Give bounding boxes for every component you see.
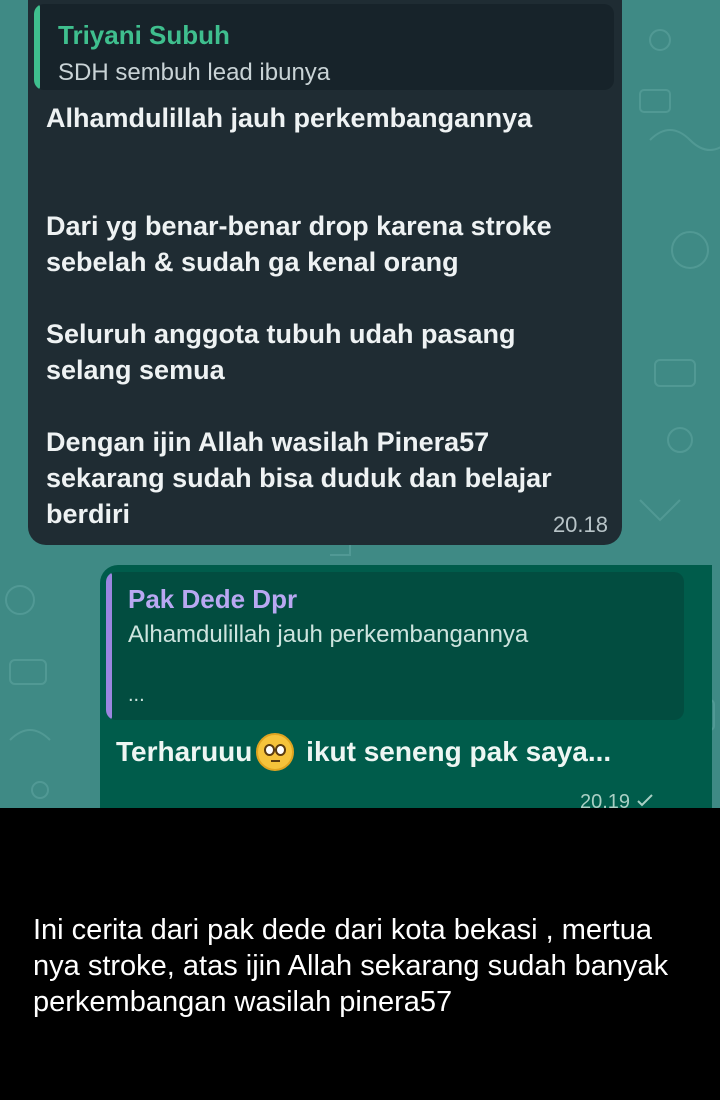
- outgoing-message-meta: 20.19: [580, 791, 654, 808]
- caption-text: Ini cerita dari pak dede dari kota bekas…: [33, 914, 669, 1018]
- outgoing-quoted-reply[interactable]: Pak Dede Dpr Alhamdulillah jauh perkemba…: [106, 572, 684, 720]
- outgoing-message-time: 20.19: [580, 791, 631, 808]
- incoming-message-text: Alhamdulillah jauh perkembangannya Dari …: [46, 103, 552, 529]
- message-text-part: ikut seneng pak saya...: [298, 736, 612, 767]
- outgoing-message-text: Terharuuu ikut seneng pak saya...: [116, 733, 611, 771]
- quote-author: Triyani Subuh: [58, 20, 230, 50]
- emoji-eye: [264, 744, 276, 756]
- emoji-mouth: [271, 760, 281, 766]
- incoming-quoted-reply[interactable]: Triyani Subuh SDH sembuh lead ibunya: [34, 4, 614, 90]
- quote-text: Alhamdulillah jauh perkembangannya: [128, 621, 529, 648]
- quote-author: Pak Dede Dpr: [128, 584, 298, 614]
- chat-area: Triyani Subuh SDH sembuh lead ibunya Alh…: [0, 0, 720, 808]
- incoming-message-time: 20.18: [552, 512, 608, 537]
- quote-accent-bar: [34, 4, 40, 90]
- emoji-eye: [275, 744, 287, 756]
- quote-accent-bar: [106, 572, 112, 720]
- quote-ellipsis: ...: [128, 684, 145, 706]
- message-text-part: Terharuuu: [116, 736, 253, 767]
- check-icon: [637, 794, 653, 807]
- quote-text: SDH sembuh lead ibunya: [58, 59, 331, 86]
- flushed-face-emoji-icon: [256, 733, 295, 771]
